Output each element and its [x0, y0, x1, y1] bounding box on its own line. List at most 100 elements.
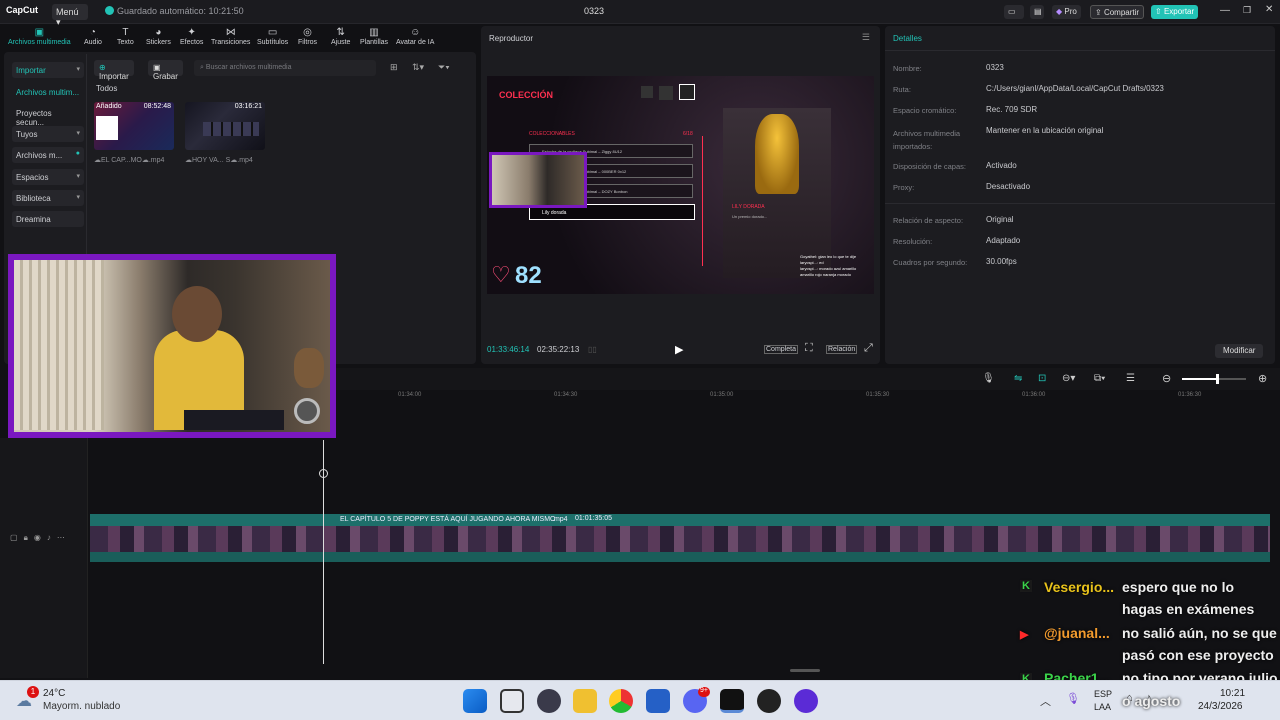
player-menu-icon[interactable]: ☰ — [862, 32, 870, 43]
timeline-scrollbar[interactable] — [790, 669, 820, 672]
shortcuts-icon[interactable]: ▤ — [1030, 5, 1044, 19]
tab-sticker[interactable]: ◕ Stickers — [146, 27, 171, 46]
cover-icon[interactable]: ▢ — [10, 533, 24, 542]
share-button[interactable]: ⇪ Compartir — [1090, 5, 1145, 19]
close-icon[interactable]: ✕ — [1265, 4, 1273, 15]
nav-yours[interactable]: Tuyos ▾ — [12, 126, 84, 142]
keyboard — [184, 410, 284, 430]
snapshot-icon[interactable]: ⛶ — [805, 342, 813, 355]
detail-value: Adaptado — [986, 236, 1021, 245]
import-button[interactable]: ⊕ Importar — [94, 60, 134, 81]
nav-dreamina[interactable]: Dreamina — [12, 211, 84, 227]
media-thumb-1[interactable]: Añadido 08:52:48 — [94, 102, 174, 150]
file-explorer-icon[interactable] — [573, 689, 597, 713]
autosave-status: Guardado automático: 10:21:50 — [105, 6, 244, 16]
tab-transitions[interactable]: ⋈ Transiciones — [211, 27, 250, 46]
restore-icon[interactable]: ❐ — [1243, 5, 1251, 16]
playhead-handle[interactable] — [319, 469, 328, 478]
magnet-icon[interactable]: ⊡ — [1038, 373, 1046, 384]
preview-axis-icon[interactable]: ⊖▾ — [1062, 373, 1075, 384]
tab-label: Texto — [117, 39, 134, 46]
trophy-label: LILY DORADA — [732, 204, 765, 210]
divider — [885, 50, 1275, 51]
preview-screen[interactable]: COLECCIÓN COLECCIONABLES 6/18 Estuche de… — [487, 76, 874, 294]
layout-icon[interactable]: ▭ — [1004, 5, 1024, 19]
nav-media[interactable]: Archivos multim... — [12, 84, 84, 100]
video-track-clip[interactable]: EL CAPÍTULO 5 DE POPPY ESTÁ AQUÍ JUGANDO… — [90, 514, 1270, 562]
mic-tray-icon[interactable]: 🎙︎ — [1066, 692, 1080, 705]
ai-avatar-icon: ☺ — [410, 27, 421, 38]
record-icon: ▣ — [153, 63, 161, 72]
media-thumb-2[interactable]: 03:16:21 — [185, 102, 265, 150]
thumb-overlay — [203, 122, 259, 136]
cloud-icon: ☁ — [94, 157, 101, 164]
subtitle-tool-icon[interactable]: ⧉▾ — [1094, 373, 1105, 384]
chrome-icon[interactable] — [609, 689, 633, 713]
nav-media2[interactable]: Archivos m... ● — [12, 147, 84, 163]
tab-filters[interactable]: ◎ Filtros — [298, 27, 317, 46]
zoom-out-icon[interactable]: ⊖ — [1162, 372, 1171, 385]
task-view-icon[interactable] — [500, 689, 524, 713]
play-button[interactable]: ▶ — [675, 343, 683, 356]
chevron-up-icon[interactable]: ︿ — [1040, 693, 1051, 709]
audio-icon[interactable]: ♪ — [47, 533, 57, 542]
search-input[interactable]: ⌕ Buscar archivos multimedia — [194, 60, 376, 76]
tab-subtitles[interactable]: ▭ Subtítulos — [257, 27, 288, 46]
zoom-knob[interactable] — [1216, 374, 1220, 384]
nav-media-label: Archivos multim... — [16, 88, 80, 97]
app-icon-circle[interactable] — [794, 689, 818, 713]
chat-overlay: K Vesergio... espero que no lo hagas en … — [1016, 576, 1280, 686]
media-ext-2: .mp4 — [237, 157, 253, 164]
zoom-slider[interactable] — [1182, 374, 1246, 384]
export-button[interactable]: ⇧ Exportar — [1151, 5, 1199, 19]
filter-icon[interactable]: ⏷▾ — [438, 62, 450, 73]
lang-primary[interactable]: ESP — [1094, 689, 1112, 699]
tab-text[interactable]: T Texto — [117, 27, 134, 46]
grid-view-icon[interactable]: ⊞ — [390, 62, 398, 73]
clock-time[interactable]: 10:21 — [1220, 688, 1245, 699]
sort-icon[interactable]: ⇅▾ — [412, 62, 424, 73]
capcut-icon[interactable] — [720, 689, 744, 713]
nav-projects[interactable]: Proyectos secun... — [12, 105, 84, 127]
tab-ai-avatar[interactable]: ☺ Avatar de IA — [396, 27, 434, 46]
aspect-ratio-button[interactable]: Relación — [826, 345, 858, 354]
clock-date[interactable]: 24/3/2026 — [1198, 701, 1243, 712]
game-icon-b — [659, 86, 673, 100]
menu-button[interactable]: Menú ▾ — [52, 4, 88, 27]
chevron-down-icon: ▾ — [76, 173, 80, 180]
start-icon[interactable] — [463, 689, 487, 713]
word-icon[interactable] — [646, 689, 670, 713]
tab-media[interactable]: ▣ Archivos multimedia — [8, 27, 71, 46]
fullscreen-icon[interactable]: ⤢ — [864, 342, 873, 355]
nav-library[interactable]: Biblioteca ▾ — [12, 190, 84, 206]
autosave-icon — [105, 6, 114, 15]
link-icon[interactable]: ⇋ — [1014, 373, 1022, 384]
obs-icon[interactable] — [757, 689, 781, 713]
mic-icon[interactable]: 🎙︎ — [982, 373, 995, 384]
modify-button[interactable]: Modificar — [1215, 344, 1264, 358]
more-icon[interactable]: ⋯ — [57, 533, 71, 542]
lock-icon[interactable]: 🔒︎ — [24, 533, 34, 542]
ruler-tick: 01:34:30 — [554, 392, 578, 398]
timeline-menu-icon[interactable]: ☰ — [1126, 373, 1135, 384]
youtube-icon: ▶ — [1020, 629, 1029, 641]
detail-value: C:/Users/gianl/AppData/Local/CapCut Draf… — [986, 84, 1164, 93]
nav-import[interactable]: Importar ▾ — [12, 62, 84, 78]
tab-templates[interactable]: ▥ Plantillas — [360, 27, 388, 46]
app-icon-hex[interactable] — [537, 689, 561, 713]
record-button[interactable]: ▣ Grabar — [148, 60, 183, 81]
lang-secondary[interactable]: LAA — [1094, 702, 1111, 712]
tab-effects[interactable]: ✦ Efectos — [180, 27, 203, 46]
tab-audio[interactable]: ◔ Audio — [84, 27, 102, 46]
zoom-in-icon[interactable]: ⊕ — [1258, 372, 1267, 385]
search-icon: ⌕ — [200, 64, 204, 71]
eye-icon[interactable]: ◉ — [34, 533, 47, 542]
detail-key: Relación de aspecto: — [893, 216, 964, 225]
full-quality-button[interactable]: Completa — [764, 345, 798, 354]
tab-adjust[interactable]: ⇅ Ajuste — [331, 27, 350, 46]
discord-badge: 9+ — [698, 687, 710, 697]
minimize-icon[interactable]: — — [1220, 5, 1230, 16]
tab-label: Plantillas — [360, 39, 389, 46]
pro-button[interactable]: ◆ Pro — [1052, 5, 1081, 19]
nav-spaces[interactable]: Espacios ▾ — [12, 169, 84, 185]
